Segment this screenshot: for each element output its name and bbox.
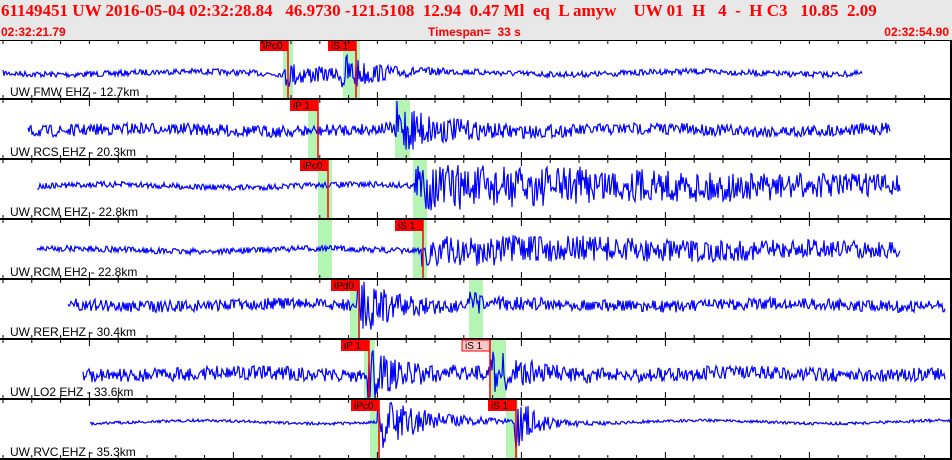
pick-phase-label: iS 1 xyxy=(465,341,483,352)
timespan: Timespan= 33 s xyxy=(428,25,521,39)
end-time: 02:32:54.90 xyxy=(884,25,949,39)
waveform xyxy=(67,279,946,330)
waveform xyxy=(2,53,863,88)
waveform xyxy=(90,400,952,449)
trace-label: UW RVC EHZ - 35.3km xyxy=(10,445,136,459)
seismogram-panel[interactable]: iPc0 iS 1 UW FMW EHZ - 12.7km iP 1 UW RCS EH… xyxy=(0,40,952,460)
pick-phase-label: iP 1 xyxy=(344,341,361,352)
pick-phase-label: iS 1 xyxy=(398,221,416,232)
start-time: 02:32:21.79 xyxy=(1,25,66,39)
trace-row[interactable]: iPd0 UW RER EHZ - 30.4km xyxy=(0,279,952,346)
waveform xyxy=(27,100,891,150)
trace-label: UW LO2 EHZ - 33.6km xyxy=(10,385,133,399)
event-summary: 61149451 UW 2016-05-04 02:32:28.84 46.97… xyxy=(1,1,877,20)
pick-window xyxy=(469,280,483,340)
trace-label: UW RER EHZ - 30.4km xyxy=(10,325,136,339)
pick-phase-label: iS 1 xyxy=(491,401,509,412)
trace-row[interactable]: iP 1 UW RCS EHZ - 20.3km xyxy=(0,100,952,166)
trace-row[interactable]: iPc0 iS 1 UW FMW EHZ - 12.7km xyxy=(0,40,952,106)
trace-row[interactable]: iS 1UW RCM EH2 - 22.8km xyxy=(0,220,952,286)
event-header: 61149451 UW 2016-05-04 02:32:28.84 46.97… xyxy=(0,0,952,40)
pick-phase-label: iPc0 xyxy=(303,161,323,172)
trace-row[interactable]: iPc0 iS 1 UW RVC EHZ - 35.3km xyxy=(0,400,952,460)
waveform xyxy=(82,350,946,400)
pick-phase-label: iPc0 xyxy=(263,41,283,52)
pick-phase-label: iS 1 xyxy=(331,41,349,52)
trace-row[interactable]: iP 1 iS 1 UW LO2 EHZ - 33.6km xyxy=(0,339,952,406)
pick-phase-label: iPd0 xyxy=(334,281,354,292)
pick-phase-label: iPc0 xyxy=(354,401,374,412)
pick-phase-label: iP 1 xyxy=(293,101,310,112)
trace-label: UW RCM EHZ - 22.8km xyxy=(10,205,138,219)
waveform xyxy=(37,165,901,211)
trace-label: UW RCS EHZ - 20.3km xyxy=(10,145,136,159)
waveform xyxy=(36,235,901,268)
trace-label: UW FMW EHZ - 12.7km xyxy=(10,85,139,99)
trace-row[interactable]: iPc0 UW RCM EHZ - 22.8km xyxy=(0,160,952,226)
